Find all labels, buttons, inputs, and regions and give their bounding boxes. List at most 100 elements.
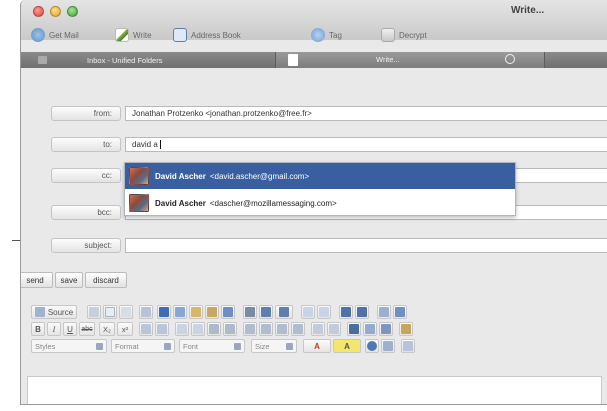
editor-toolbar-row-3: Styles Format Font Size A A	[21, 338, 607, 355]
font-select[interactable]: Font	[179, 339, 245, 353]
styles-placeholder: Styles	[35, 341, 56, 351]
justify-button[interactable]	[291, 322, 305, 336]
remove-format-button[interactable]	[393, 305, 407, 319]
copy-icon	[175, 307, 185, 317]
paste-button[interactable]	[189, 305, 203, 319]
title-bar: Write... Get Mail Write Address Book Tag…	[21, 0, 607, 42]
align-left-button[interactable]	[243, 322, 257, 336]
div-container-button[interactable]	[223, 322, 237, 336]
paste-word-button[interactable]	[221, 305, 235, 319]
rtl-button[interactable]	[327, 322, 341, 336]
format-select[interactable]: Format	[111, 339, 175, 353]
anchor-icon	[381, 324, 391, 334]
save-doc-icon	[89, 307, 99, 317]
from-label[interactable]: from:	[51, 106, 121, 121]
replace-button[interactable]	[355, 305, 369, 319]
from-field[interactable]: Jonathan Protzenko <jonathan.protzenko@f…	[125, 106, 607, 121]
strikethrough-button[interactable]: abc	[79, 322, 95, 336]
underline-button[interactable]: U	[63, 322, 77, 336]
align-center-button[interactable]	[259, 322, 273, 336]
numbered-list-button[interactable]	[139, 322, 153, 336]
print-button[interactable]	[243, 305, 257, 319]
source-button[interactable]: Source	[31, 305, 77, 319]
autocomplete-item[interactable]: David Ascher <dascher@mozillamessaging.c…	[125, 190, 515, 216]
close-tab-icon[interactable]	[505, 54, 515, 64]
ltr-button[interactable]	[311, 322, 325, 336]
tag-button[interactable]: Tag	[311, 28, 342, 42]
redo-button[interactable]	[317, 305, 331, 319]
minimize-window-icon[interactable]	[50, 6, 61, 17]
styles-select[interactable]: Styles	[31, 339, 107, 353]
align-right-icon	[277, 324, 287, 334]
new-page-button[interactable]	[103, 305, 117, 319]
find-button[interactable]	[339, 305, 353, 319]
autocomplete-item-name: David Ascher	[155, 171, 206, 181]
size-select[interactable]: Size	[251, 339, 297, 353]
zoom-window-icon[interactable]	[67, 6, 78, 17]
tag-icon	[311, 28, 325, 42]
chevron-down-icon	[164, 342, 171, 350]
about-button[interactable]	[401, 339, 415, 353]
preview-icon	[121, 307, 131, 317]
redo-icon	[319, 307, 329, 317]
bcc-label[interactable]: bcc:	[51, 205, 121, 220]
select-all-button[interactable]	[377, 305, 391, 319]
source-label: Source	[47, 307, 74, 317]
spellcheck-button[interactable]	[259, 305, 273, 319]
send-button[interactable]: send	[21, 272, 53, 288]
scayt-icon	[279, 307, 289, 317]
preview-button[interactable]	[119, 305, 133, 319]
chevron-down-icon	[96, 342, 103, 350]
get-mail-button[interactable]: Get Mail	[31, 28, 79, 42]
to-field[interactable]: david a	[125, 137, 607, 152]
cut-button[interactable]	[157, 305, 171, 319]
image-button[interactable]	[399, 322, 413, 336]
templates-button[interactable]	[139, 305, 153, 319]
outdent-button[interactable]	[175, 322, 189, 336]
close-window-icon[interactable]	[33, 6, 44, 17]
outdent-icon	[177, 324, 187, 334]
background-color-button[interactable]: A	[333, 339, 361, 353]
save-button[interactable]: save	[55, 272, 83, 288]
autocomplete-item[interactable]: David Ascher <david.ascher@gmail.com>	[125, 163, 515, 189]
link-button[interactable]	[347, 322, 361, 336]
unlink-button[interactable]	[363, 322, 377, 336]
subscript-button[interactable]: X₂	[99, 322, 115, 336]
anchor-button[interactable]	[379, 322, 393, 336]
indent-button[interactable]	[191, 322, 205, 336]
decrypt-button[interactable]: Decrypt	[381, 28, 427, 42]
tab-write[interactable]: Write...	[275, 52, 545, 68]
write-button[interactable]: Write	[115, 28, 152, 42]
cc-label[interactable]: cc:	[51, 168, 121, 183]
copy-button[interactable]	[173, 305, 187, 319]
bulleted-list-button[interactable]	[155, 322, 169, 336]
from-value: Jonathan Protzenko <jonathan.protzenko@f…	[132, 109, 312, 118]
format-placeholder: Format	[115, 341, 139, 351]
to-label[interactable]: to:	[51, 137, 121, 152]
paste-text-button[interactable]	[205, 305, 219, 319]
message-body-editor[interactable]	[27, 376, 602, 404]
save-doc-button[interactable]	[87, 305, 101, 319]
tab-write-label: Write...	[376, 55, 400, 64]
bold-button[interactable]: B	[31, 322, 45, 336]
maximize-button[interactable]	[365, 339, 379, 353]
find-icon	[341, 307, 351, 317]
show-blocks-button[interactable]	[381, 339, 395, 353]
text-caret	[159, 140, 161, 149]
tab-inbox[interactable]: Inbox - Unified Folders	[35, 52, 271, 68]
discard-button[interactable]: discard	[85, 272, 127, 288]
undo-button[interactable]	[301, 305, 315, 319]
address-book-button[interactable]: Address Book	[173, 28, 241, 42]
paste-text-icon	[207, 307, 217, 317]
spellcheck-icon	[261, 307, 271, 317]
align-right-button[interactable]	[275, 322, 289, 336]
editor-toolbar-row-1: Source	[21, 304, 607, 321]
blockquote-button[interactable]	[207, 322, 221, 336]
remove-format-icon	[395, 307, 405, 317]
paste-word-icon	[223, 307, 233, 317]
italic-button[interactable]: I	[47, 322, 61, 336]
text-color-button[interactable]: A	[303, 339, 331, 353]
subject-field[interactable]	[125, 238, 607, 253]
superscript-button[interactable]: x²	[117, 322, 133, 336]
scayt-button[interactable]	[275, 305, 293, 319]
